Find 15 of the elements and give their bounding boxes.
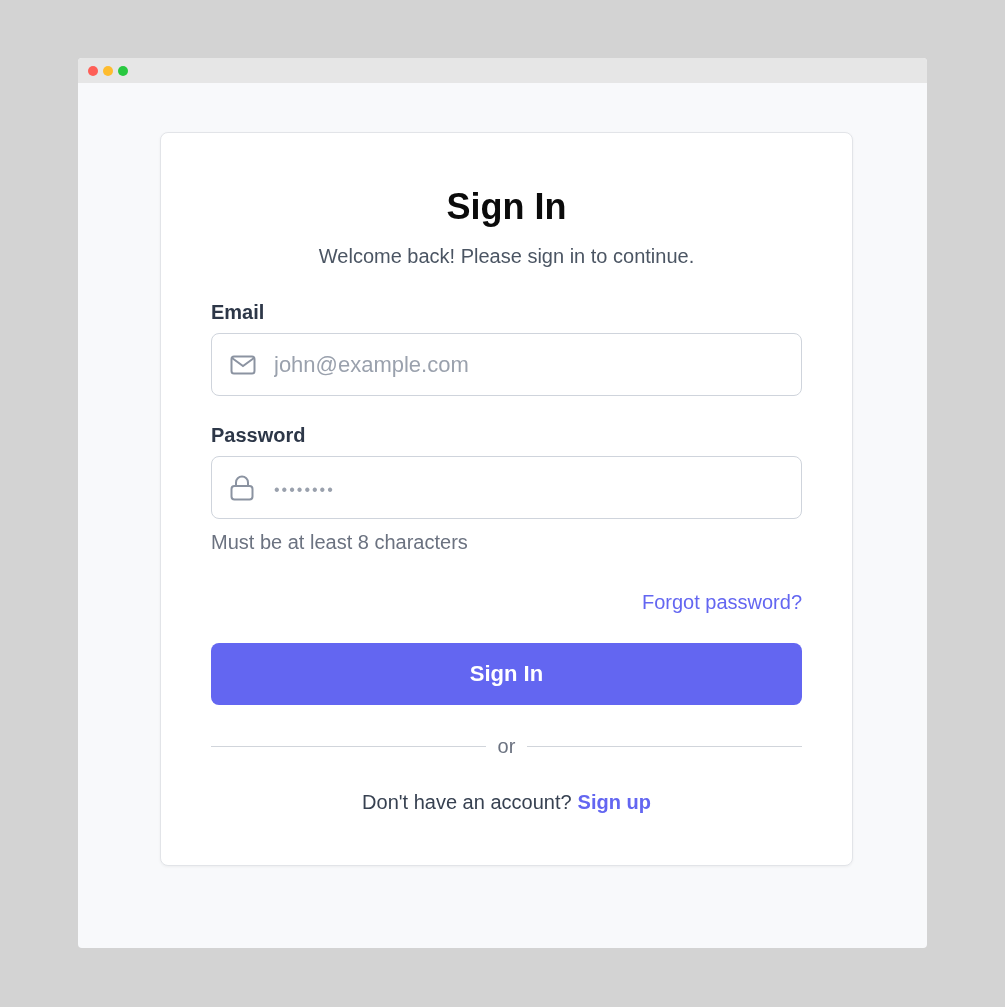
footer-text: Don't have an account? [362, 790, 572, 815]
field-label: Password [211, 423, 306, 448]
maximize-button[interactable] [118, 65, 128, 76]
field-label: Email [211, 300, 265, 325]
password-field[interactable]: •••••••• [211, 456, 802, 519]
close-button[interactable] [88, 65, 98, 76]
minimize-button[interactable] [103, 65, 113, 76]
sign-up-link[interactable]: Sign up [577, 789, 651, 815]
email-field[interactable]: john@example.com [211, 333, 802, 396]
form-title: Sign In [445, 185, 568, 229]
sign-in-button[interactable]: Sign In [211, 643, 802, 705]
field-hint: Must be at least 8 characters [211, 530, 468, 555]
forgot-password-link[interactable]: Forgot password? [641, 589, 802, 615]
form-subtitle: Welcome back! Please sign in to continue. [317, 244, 696, 269]
divider-text: or [497, 734, 516, 759]
